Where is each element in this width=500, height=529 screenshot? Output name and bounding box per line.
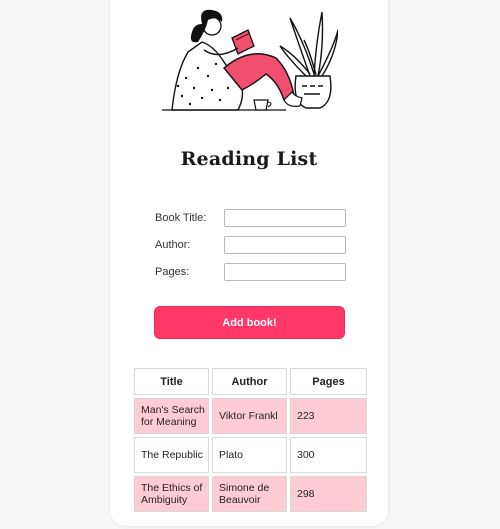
book-title-label: Book Title: <box>155 212 207 224</box>
page-title: Reading List <box>180 148 318 170</box>
column-header-title: Title <box>134 368 209 395</box>
cell-pages: 300 <box>290 437 367 473</box>
cell-pages: 298 <box>290 476 367 512</box>
pages-row: Pages: <box>155 263 347 283</box>
cell-title: The Ethics of Ambiguity <box>134 476 209 512</box>
author-row: Author: <box>155 236 347 256</box>
books-table: Title Author Pages Man's Search for Mean… <box>131 365 370 515</box>
table-row: Man's Search for Meaning Viktor Frankl 2… <box>134 398 367 434</box>
cell-author: Viktor Frankl <box>212 398 287 434</box>
table-row: The Ethics of Ambiguity Simone de Beauvo… <box>134 476 367 512</box>
column-header-author: Author <box>212 368 287 395</box>
cell-author: Simone de Beauvoir <box>212 476 287 512</box>
table-header-row: Title Author Pages <box>134 368 367 395</box>
cell-pages: 223 <box>290 398 367 434</box>
column-header-pages: Pages <box>290 368 367 395</box>
table-row: The Republic Plato 300 <box>134 437 367 473</box>
cell-author: Plato <box>212 437 287 473</box>
cell-title: The Republic <box>134 437 209 473</box>
book-title-input[interactable] <box>224 209 346 227</box>
author-label: Author: <box>155 239 191 251</box>
book-title-row: Book Title: <box>155 209 347 229</box>
cell-title: Man's Search for Meaning <box>134 398 209 434</box>
pages-label: Pages: <box>155 266 190 278</box>
add-book-button[interactable]: Add book! <box>154 306 345 339</box>
woman-reading-illustration <box>162 9 338 111</box>
author-input[interactable] <box>224 236 346 254</box>
pages-input[interactable] <box>224 263 346 281</box>
